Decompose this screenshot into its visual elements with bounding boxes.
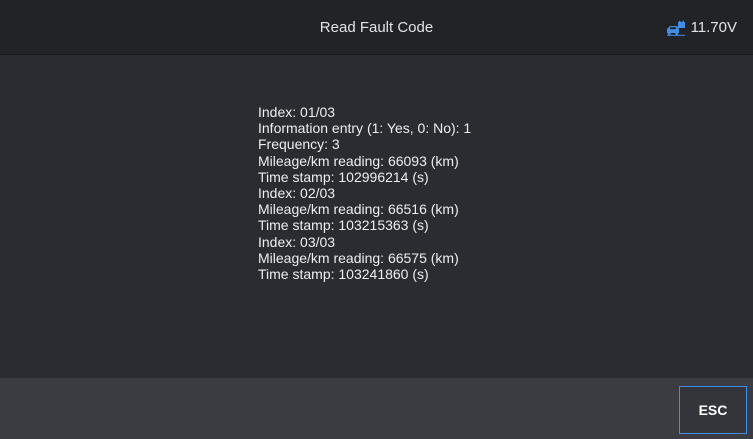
detail-line: Mileage/km reading: 66093 (km) (258, 152, 459, 169)
detail-line: Mileage/km reading: 66575 (km) (258, 249, 459, 266)
read-fault-code-screen: Read Fault Code 11.70V Index: 01/03 Info… (0, 0, 753, 439)
fault-code-content: Index: 01/03 Information entry (1: Yes, … (0, 55, 753, 378)
detail-line: Index: 02/03 (258, 185, 336, 202)
detail-line: Index: 01/03 (258, 104, 336, 120)
page-title: Read Fault Code (319, 19, 434, 36)
battery-voltage: 11.70V (690, 19, 737, 36)
esc-button[interactable]: ESC (679, 386, 747, 434)
header-bar: Read Fault Code 11.70V (0, 0, 753, 55)
fault-code-details: Index: 01/03 Information entry (1: Yes, … (258, 104, 471, 282)
detail-line: Time stamp: 103215363 (s) (258, 217, 429, 234)
car-battery-icon (666, 20, 685, 36)
detail-line: Time stamp: 103241860 (s) (258, 266, 429, 283)
detail-line: Information entry (1: Yes, 0: No): 1 (258, 120, 472, 137)
detail-line: Index: 03/03 (258, 233, 336, 250)
detail-line: Time stamp: 102996214 (s) (258, 168, 429, 185)
footer-bar: ESC (0, 378, 753, 439)
detail-line: Mileage/km reading: 66516 (km) (258, 201, 459, 218)
detail-line: Frequency: 3 (258, 136, 340, 153)
battery-status: 11.70V (666, 0, 737, 55)
